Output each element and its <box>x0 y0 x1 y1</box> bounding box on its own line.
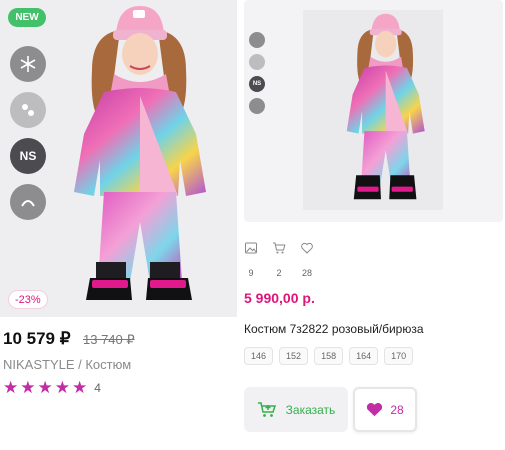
star-icon: ★ <box>37 378 53 397</box>
stat-photos[interactable]: 9 <box>244 241 258 281</box>
size-option[interactable]: 158 <box>314 347 344 365</box>
heart-icon <box>367 403 383 417</box>
feature-icons: NS <box>249 32 267 120</box>
product-photo[interactable]: NEW NS -23% <box>0 0 237 317</box>
favorite-count: 28 <box>390 402 404 417</box>
star-icon: ★ <box>72 378 88 397</box>
stat-cart[interactable]: 2 <box>272 241 286 281</box>
favorite-button[interactable]: 28 <box>353 387 417 432</box>
discount-badge: -23% <box>8 290 48 309</box>
add-to-cart-icon <box>257 401 276 417</box>
photos-count: 9 <box>248 268 254 278</box>
price-row: 10 579 ₽ 13 740 ₽ <box>3 329 135 349</box>
rating-count: 4 <box>94 381 101 395</box>
stat-favorites[interactable]: 28 <box>300 241 314 281</box>
product-card-right[interactable]: NS 9 2 28 5 990,00 р. Костюм 7з2822 розо… <box>244 0 505 450</box>
order-button-label: Заказать <box>285 402 336 417</box>
image-icon <box>245 242 257 254</box>
rating[interactable]: ★ ★ ★ ★ ★ 4 <box>3 379 101 397</box>
product-photo-frame[interactable]: NS <box>244 0 503 222</box>
product-photo[interactable] <box>303 10 443 210</box>
card-actions: Заказать 28 <box>244 387 417 432</box>
brand-category[interactable]: NIKASTYLE / Костюм <box>3 357 131 372</box>
star-icon: ★ <box>20 378 36 397</box>
product-card-left[interactable]: NEW NS -23% 10 579 ₽ 13 740 ₽ NIKASTYLE … <box>0 0 237 450</box>
fabric-icon <box>10 184 46 220</box>
snowflake-icon <box>10 46 46 82</box>
old-price: 13 740 ₽ <box>83 332 135 347</box>
product-title[interactable]: Костюм 7з2822 розовый/бирюза <box>244 322 424 336</box>
cart-icon <box>273 242 286 254</box>
current-price: 10 579 ₽ <box>3 329 71 348</box>
fabric-icon <box>249 98 265 114</box>
size-option[interactable]: 152 <box>279 347 309 365</box>
star-icon: ★ <box>54 378 70 397</box>
ns-icon: NS <box>10 138 46 174</box>
feature-icons: NS <box>10 46 50 230</box>
favorites-count: 28 <box>301 268 312 278</box>
product-stats: 9 2 28 <box>244 241 314 281</box>
pattern-icon <box>10 92 46 128</box>
size-list: 146 152 158 164 170 <box>244 347 414 365</box>
ns-icon: NS <box>249 76 265 92</box>
size-option[interactable]: 164 <box>349 347 379 365</box>
star-icon: ★ <box>3 378 19 397</box>
product-comparison-page: NEW NS -23% 10 579 ₽ 13 740 ₽ NIKASTYLE … <box>0 0 505 450</box>
cart-count: 2 <box>276 268 282 278</box>
snowflake-icon <box>249 32 265 48</box>
heart-icon <box>301 242 313 254</box>
new-badge: NEW <box>8 8 46 27</box>
order-button[interactable]: Заказать <box>244 387 348 432</box>
kid-snowsuit-illustration <box>346 13 425 200</box>
pattern-icon <box>249 54 265 70</box>
current-price: 5 990,00 р. <box>244 290 315 306</box>
size-option[interactable]: 146 <box>244 347 274 365</box>
size-option[interactable]: 170 <box>384 347 414 365</box>
